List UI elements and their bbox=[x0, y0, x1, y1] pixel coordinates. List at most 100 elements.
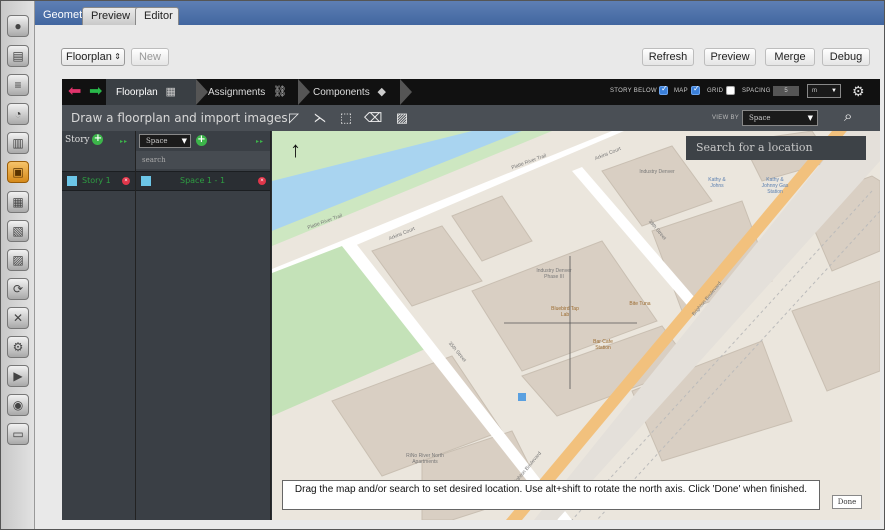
view-by-select[interactable]: Space ▼ bbox=[742, 110, 818, 126]
north-arrow-icon[interactable]: ↑ bbox=[290, 139, 301, 161]
thermal-zones-icon[interactable]: ▧ bbox=[7, 220, 29, 242]
spacing-label: SPACING bbox=[742, 88, 771, 94]
done-button[interactable]: Done bbox=[832, 495, 862, 509]
tab-assignments[interactable]: Assignments ⛓ bbox=[202, 79, 302, 105]
hvac-icon[interactable]: ▨ bbox=[7, 249, 29, 271]
map-label: MAP bbox=[674, 88, 688, 94]
sphere-icon[interactable]: ● bbox=[7, 15, 29, 37]
rectangle-tool-icon[interactable]: ◸ bbox=[286, 110, 302, 126]
geometry-icon[interactable]: ▣ bbox=[7, 161, 29, 183]
space-name: Space 1 - 1 bbox=[180, 176, 226, 185]
image-tool-icon[interactable]: ▨ bbox=[394, 110, 410, 126]
chevron-down-icon: ▼ bbox=[181, 137, 187, 145]
tab-floorplan[interactable]: Floorplan ▦ bbox=[106, 79, 196, 105]
building-icon[interactable]: ▤ bbox=[7, 45, 29, 67]
nav-bar: ⬅ ➡ Floorplan ▦ Assignments ⛓ Components… bbox=[62, 79, 880, 105]
zoom-icon[interactable]: ⌕ bbox=[844, 108, 852, 125]
tool-bar: Draw a floorplan and import images ◸ ⋋ ⬚… bbox=[62, 105, 880, 131]
new-button[interactable]: New bbox=[131, 48, 169, 66]
unit-select[interactable]: m ▼ bbox=[807, 84, 841, 98]
space-panel: Space ▼ + ▸▸ search Space 1 - 1 × bbox=[136, 131, 271, 520]
tab-strip: Geometry Preview Editor bbox=[35, 1, 884, 25]
tab-components[interactable]: Components ◆ bbox=[307, 79, 407, 105]
tab-components-label: Components bbox=[313, 87, 370, 98]
chevron-down-icon: ▼ bbox=[807, 114, 813, 122]
location-search-input[interactable]: Search for a location bbox=[686, 136, 866, 160]
story-below-checkbox[interactable] bbox=[659, 84, 668, 95]
merge-button[interactable]: Merge bbox=[765, 48, 815, 66]
floorplan-select-value: Floorplan bbox=[66, 51, 112, 63]
add-story-button[interactable]: + bbox=[92, 134, 104, 145]
space-header: Space ▼ + ▸▸ bbox=[136, 131, 270, 151]
tab-editor[interactable]: Editor bbox=[135, 7, 179, 25]
floorplan-select[interactable]: Floorplan ⇕ bbox=[61, 48, 125, 66]
map-label-bluebird-tap: Bluebird Tap Lab bbox=[551, 306, 579, 318]
link-icon: ⛓ bbox=[273, 86, 287, 98]
story-panel: Story + ▸▸ Story 1 × bbox=[62, 131, 136, 520]
story-row[interactable]: Story 1 × bbox=[62, 171, 135, 191]
redo-arrow-icon[interactable]: ➡ bbox=[89, 84, 102, 100]
space-type-select[interactable]: Space ▼ bbox=[139, 134, 191, 148]
unit-select-value: m bbox=[812, 88, 817, 94]
run-icon[interactable]: ◉ bbox=[7, 394, 29, 416]
chevron-divider bbox=[400, 79, 414, 105]
construction-icon[interactable]: ▥ bbox=[7, 132, 29, 154]
loop-icon[interactable]: ⟳ bbox=[7, 278, 29, 300]
polygon-tool-icon[interactable]: ⋋ bbox=[312, 110, 328, 126]
debug-button[interactable]: Debug bbox=[822, 48, 870, 66]
undo-arrow-icon[interactable]: ⬅ bbox=[68, 84, 81, 100]
story-color-swatch bbox=[67, 176, 77, 186]
app-window: ● ▤ ≡ ◔ ▥ ▣ ▦ ▧ ▨ ⟳ ✕ ⚙ ▶ ◉ ▭ Geometry P… bbox=[0, 0, 885, 530]
add-space-button[interactable]: + bbox=[196, 135, 207, 146]
components-icon: ◆ bbox=[377, 86, 386, 98]
map-checkbox[interactable] bbox=[691, 84, 700, 95]
tool-title: Draw a floorplan and import images bbox=[71, 111, 288, 125]
grid-checkbox[interactable] bbox=[726, 86, 735, 95]
story-header-label: Story bbox=[65, 135, 90, 145]
grid-label: GRID bbox=[707, 88, 724, 94]
gear-icon[interactable]: ⚙ bbox=[852, 83, 865, 99]
space-color-swatch bbox=[141, 176, 151, 186]
floorspace-editor: ⬅ ➡ Floorplan ▦ Assignments ⛓ Components… bbox=[62, 79, 880, 520]
map-label-industry-denver: Industry Denver bbox=[639, 169, 675, 175]
eraser-tool-icon[interactable]: ⌫ bbox=[364, 110, 382, 126]
updown-icon: ⇕ bbox=[114, 52, 121, 61]
floorplan-icon: ▦ bbox=[165, 86, 176, 98]
expand-icon[interactable]: ▸▸ bbox=[120, 133, 128, 151]
simulation-icon[interactable]: ▶ bbox=[7, 365, 29, 387]
tab-preview[interactable]: Preview bbox=[82, 7, 140, 25]
map-label-bar-cafe: Bar Cafe Station bbox=[593, 339, 613, 351]
tab-assignments-label: Assignments bbox=[208, 87, 266, 98]
tools-icon[interactable]: ✕ bbox=[7, 307, 29, 329]
map-label-rino-river-north: RiNo River North Apartments bbox=[406, 453, 444, 465]
results-icon[interactable]: ▭ bbox=[7, 423, 29, 445]
editor-panel: Floorplan ⇕ New Refresh Preview Merge De… bbox=[35, 25, 884, 529]
expand-icon[interactable]: ▸▸ bbox=[256, 133, 264, 151]
view-by-label: VIEW BY bbox=[712, 115, 740, 121]
space-row[interactable]: Space 1 - 1 × bbox=[136, 171, 270, 191]
view-by-value: Space bbox=[749, 114, 771, 122]
schedule-icon[interactable]: ◔ bbox=[7, 103, 29, 125]
story-header: Story + ▸▸ bbox=[62, 131, 135, 151]
left-toolbar: ● ▤ ≡ ◔ ▥ ▣ ▦ ▧ ▨ ⟳ ✕ ⚙ ▶ ◉ ▭ bbox=[1, 1, 35, 529]
space-search-input[interactable]: search bbox=[136, 151, 270, 169]
map-label-bite-tuna: Bite Tuna bbox=[629, 301, 651, 307]
refresh-button[interactable]: Refresh bbox=[642, 48, 694, 66]
map-label-kathy-johns-gas: Kathy & Johnny Gas Station bbox=[761, 177, 789, 195]
map-canvas[interactable]: Industry Denver Industry Denver Phase II… bbox=[272, 131, 880, 520]
map-label-industry-denver-phase: Industry Denver Phase III bbox=[536, 268, 572, 280]
select-tool-icon[interactable]: ⬚ bbox=[338, 110, 354, 126]
measures-icon[interactable]: ⚙ bbox=[7, 336, 29, 358]
space-select-value: Space bbox=[146, 137, 168, 145]
map-label-kathy-johns: Kathy & Johns bbox=[708, 177, 726, 189]
delete-space-icon[interactable]: × bbox=[258, 177, 266, 185]
tab-floorplan-label: Floorplan bbox=[116, 87, 158, 98]
preview-button[interactable]: Preview bbox=[704, 48, 756, 66]
delete-story-icon[interactable]: × bbox=[122, 177, 130, 185]
map-hint: Drag the map and/or search to set desire… bbox=[282, 480, 820, 510]
space-types-icon[interactable]: ▦ bbox=[7, 191, 29, 213]
spacing-input[interactable]: 5 bbox=[773, 86, 799, 96]
layers-icon[interactable]: ≡ bbox=[7, 74, 29, 96]
chevron-down-icon: ▼ bbox=[831, 88, 837, 94]
story-name: Story 1 bbox=[82, 176, 111, 185]
